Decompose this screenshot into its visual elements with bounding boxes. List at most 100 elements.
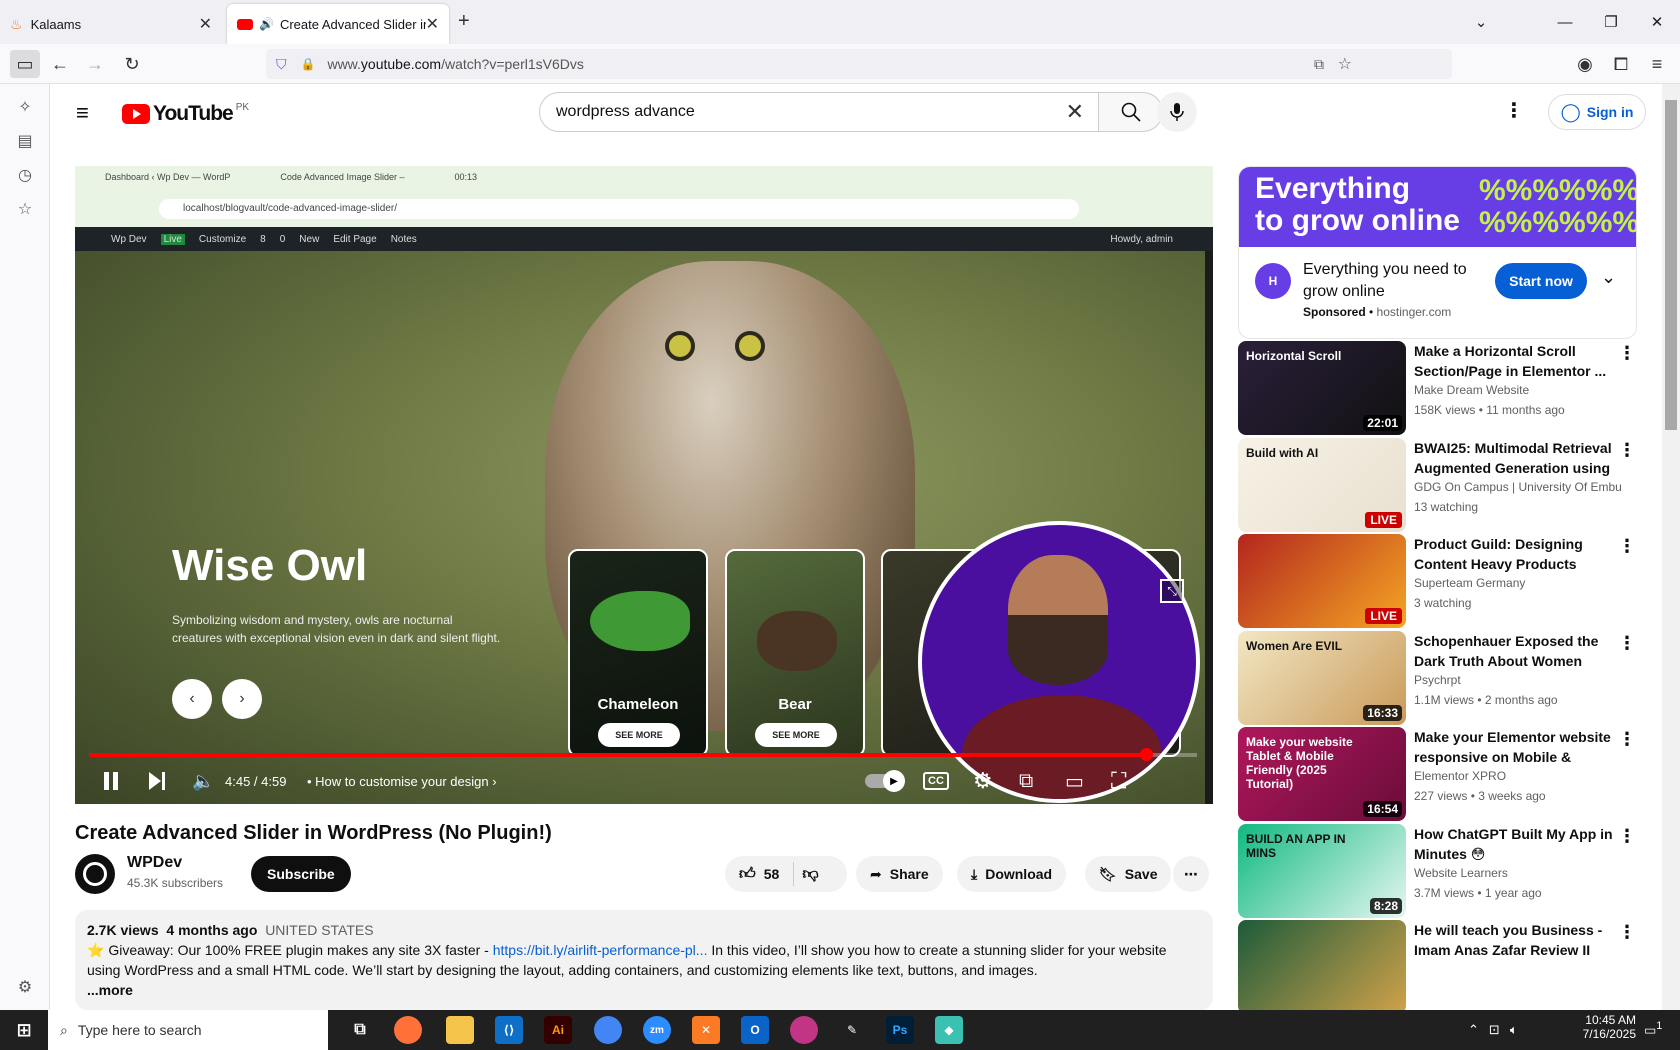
more-options-icon[interactable]: ⋮ — [1618, 729, 1636, 750]
recommendation-title[interactable]: How ChatGPT Built My App in Minutes 😳 — [1414, 824, 1614, 864]
app-icon[interactable]: ◆ — [935, 1016, 963, 1044]
windows-start-icon[interactable]: ⊞ — [10, 1016, 38, 1044]
account-icon[interactable]: ◉ — [1570, 50, 1600, 78]
more-options-icon[interactable]: ⋮ — [1618, 343, 1636, 364]
download-button[interactable]: ⤓ Download — [957, 856, 1067, 892]
video-thumbnail[interactable]: Build with AI LIVE — [1238, 438, 1406, 532]
recommendation-title[interactable]: Schopenhauer Exposed the Dark Truth Abou… — [1414, 631, 1614, 671]
more-link[interactable]: ...more — [87, 980, 1201, 1000]
settings-gear-icon[interactable]: ⚙ — [973, 766, 993, 796]
page-scrollbar[interactable] — [1662, 84, 1680, 1010]
miniplayer-icon[interactable]: ⧉ — [1019, 766, 1033, 796]
recommendation-title[interactable]: Make a Horizontal Scroll Section/Page in… — [1414, 341, 1614, 381]
video-player[interactable]: Dashboard ‹ Wp Dev — WordP Code Advanced… — [75, 166, 1213, 804]
guide-menu-icon[interactable]: ≡ — [76, 100, 89, 126]
maximize-icon[interactable]: ❐ — [1588, 0, 1634, 44]
chapter-title[interactable]: • How to customise your design › — [307, 766, 497, 796]
sponsored-ad[interactable]: Everything to grow online %%%%%%%%%%%%%%… — [1238, 166, 1637, 339]
zoom-icon[interactable]: zm — [643, 1016, 671, 1044]
speaker-icon[interactable]: 🔈︎ — [1510, 1022, 1518, 1038]
instagram-icon[interactable] — [790, 1016, 818, 1044]
dislike-icon[interactable]: 👎︎ — [802, 865, 818, 884]
description-link[interactable]: https://bit.ly/airlift-performance-pl... — [493, 942, 708, 958]
pen-tool-icon[interactable]: ✎ — [838, 1016, 866, 1044]
progress-scrubber[interactable] — [1140, 748, 1154, 761]
scrollbar-thumb[interactable] — [1665, 100, 1677, 430]
back-icon[interactable]: ← — [45, 50, 75, 78]
customize-sidebar-icon[interactable]: ⚙ — [14, 976, 36, 998]
firefox-icon[interactable] — [394, 1016, 422, 1044]
more-options-icon[interactable]: ⋮ — [1618, 633, 1636, 654]
audio-playing-icon[interactable]: 🔊 — [259, 17, 274, 31]
share-button[interactable]: ➦ Share — [856, 856, 943, 892]
search-input[interactable]: wordpress advance ✕ — [539, 92, 1099, 132]
bookmarks-icon[interactable]: ☆ — [14, 198, 36, 220]
bookmark-star-icon[interactable]: ☆ — [1338, 54, 1352, 74]
vscode-icon[interactable]: ⟨⟩ — [495, 1016, 523, 1044]
recommendation-title[interactable]: Product Guild: Designing Content Heavy P… — [1414, 534, 1614, 574]
save-button[interactable]: 🔖︎ Save — [1085, 856, 1172, 892]
illustrator-icon[interactable]: Ai — [544, 1016, 572, 1044]
channel-avatar[interactable] — [75, 854, 115, 894]
recommendation-item[interactable]: Women Are EVIL 16:33 Schopenhauer Expose… — [1238, 631, 1637, 727]
next-video-icon[interactable] — [147, 766, 167, 796]
recommendation-title[interactable]: He will teach you Business - Imam Anas Z… — [1414, 920, 1614, 960]
tab-kalaams[interactable]: ♨ Kalaams ✕ — [0, 4, 222, 44]
tray-chevron-icon[interactable]: ⌃ — [1468, 1022, 1479, 1038]
channel-name[interactable]: WPDev — [127, 854, 182, 872]
youtube-logo[interactable]: YouTube PK — [122, 102, 249, 126]
xampp-icon[interactable]: ✕ — [692, 1016, 720, 1044]
captions-icon[interactable]: CC — [923, 766, 949, 796]
more-options-icon[interactable]: ⋮ — [1618, 922, 1636, 943]
list-all-tabs-icon[interactable]: ⌄ — [1458, 0, 1504, 44]
sign-in-button[interactable]: ◯ Sign in — [1548, 94, 1646, 130]
recommendation-item[interactable]: Build with AI LIVE BWAI25: Multimodal Re… — [1238, 438, 1637, 534]
tab-youtube[interactable]: 🔊 Create Advanced Slider in W ✕ — [227, 4, 449, 44]
more-actions-icon[interactable]: ⋯ — [1173, 856, 1209, 892]
settings-dots-icon[interactable]: ⋮ — [1504, 98, 1524, 123]
outlook-icon[interactable]: O — [741, 1016, 769, 1044]
description-box[interactable]: 2.7K views 4 months ago UNITED STATES ⭐ … — [75, 910, 1213, 1010]
recommendation-channel[interactable]: Psychrpt — [1414, 673, 1634, 687]
minimize-icon[interactable]: — — [1542, 0, 1588, 44]
address-bar[interactable]: ⛉ 🔒 www.youtube.com/watch?v=perl1sV6Dvs … — [266, 49, 1452, 79]
notifications-icon[interactable]: ▭1 — [1644, 1020, 1662, 1038]
network-icon[interactable]: ⊡ — [1489, 1022, 1500, 1038]
like-icon[interactable]: 👍︎ — [739, 865, 756, 884]
more-options-icon[interactable]: ⋮ — [1618, 826, 1636, 847]
like-count[interactable]: 58 — [764, 866, 780, 882]
recommendation-item[interactable]: LIVE Product Guild: Designing Content He… — [1238, 534, 1637, 630]
fullscreen-icon[interactable]: ⛶ — [1111, 766, 1126, 796]
recommendation-item[interactable]: He will teach you Business - Imam Anas Z… — [1238, 920, 1637, 1010]
more-options-icon[interactable]: ⋮ — [1618, 536, 1636, 557]
close-tab-icon[interactable]: ✕ — [199, 14, 212, 34]
file-explorer-icon[interactable] — [446, 1016, 474, 1044]
video-thumbnail[interactable]: Horizontal Scroll 22:01 — [1238, 341, 1406, 435]
recommendation-item[interactable]: Horizontal Scroll 22:01 Make a Horizonta… — [1238, 341, 1637, 437]
recommendation-channel[interactable]: Website Learners — [1414, 866, 1634, 880]
recommendation-channel[interactable]: Superteam Germany — [1414, 576, 1634, 590]
shield-icon[interactable]: ⛉ — [276, 56, 287, 73]
volume-icon[interactable]: 🔈 — [192, 766, 214, 796]
video-thumbnail[interactable] — [1238, 920, 1406, 1010]
autoplay-toggle[interactable]: ▶ — [865, 766, 905, 796]
synced-tabs-icon[interactable]: ▤ — [14, 130, 36, 152]
clear-search-icon[interactable]: ✕ — [1066, 99, 1084, 125]
start-now-button[interactable]: Start now — [1495, 263, 1587, 299]
close-tab-icon[interactable]: ✕ — [426, 14, 439, 34]
video-thumbnail[interactable]: Women Are EVIL 16:33 — [1238, 631, 1406, 725]
ai-chatbot-icon[interactable]: ✧ — [14, 96, 36, 118]
taskbar-search-input[interactable]: ⌕ Type here to search — [48, 1010, 328, 1050]
subscribe-button[interactable]: Subscribe — [251, 856, 351, 892]
recommendation-item[interactable]: Make your website Tablet & Mobile Friend… — [1238, 727, 1637, 823]
close-window-icon[interactable]: ✕ — [1634, 0, 1680, 44]
more-options-icon[interactable]: ⋮ — [1618, 440, 1636, 461]
forward-icon[interactable]: → — [80, 50, 110, 78]
new-tab-button[interactable]: + — [458, 10, 470, 33]
recommendation-channel[interactable]: Elementor XPRO — [1414, 769, 1634, 783]
pip-icon[interactable]: ⧉ — [1314, 56, 1324, 73]
pause-icon[interactable] — [101, 766, 121, 796]
lock-icon[interactable]: 🔒 — [301, 57, 316, 71]
photoshop-icon[interactable]: Ps — [886, 1016, 914, 1044]
clock[interactable]: 10:45 AM 7/16/2025 — [1566, 1013, 1636, 1041]
